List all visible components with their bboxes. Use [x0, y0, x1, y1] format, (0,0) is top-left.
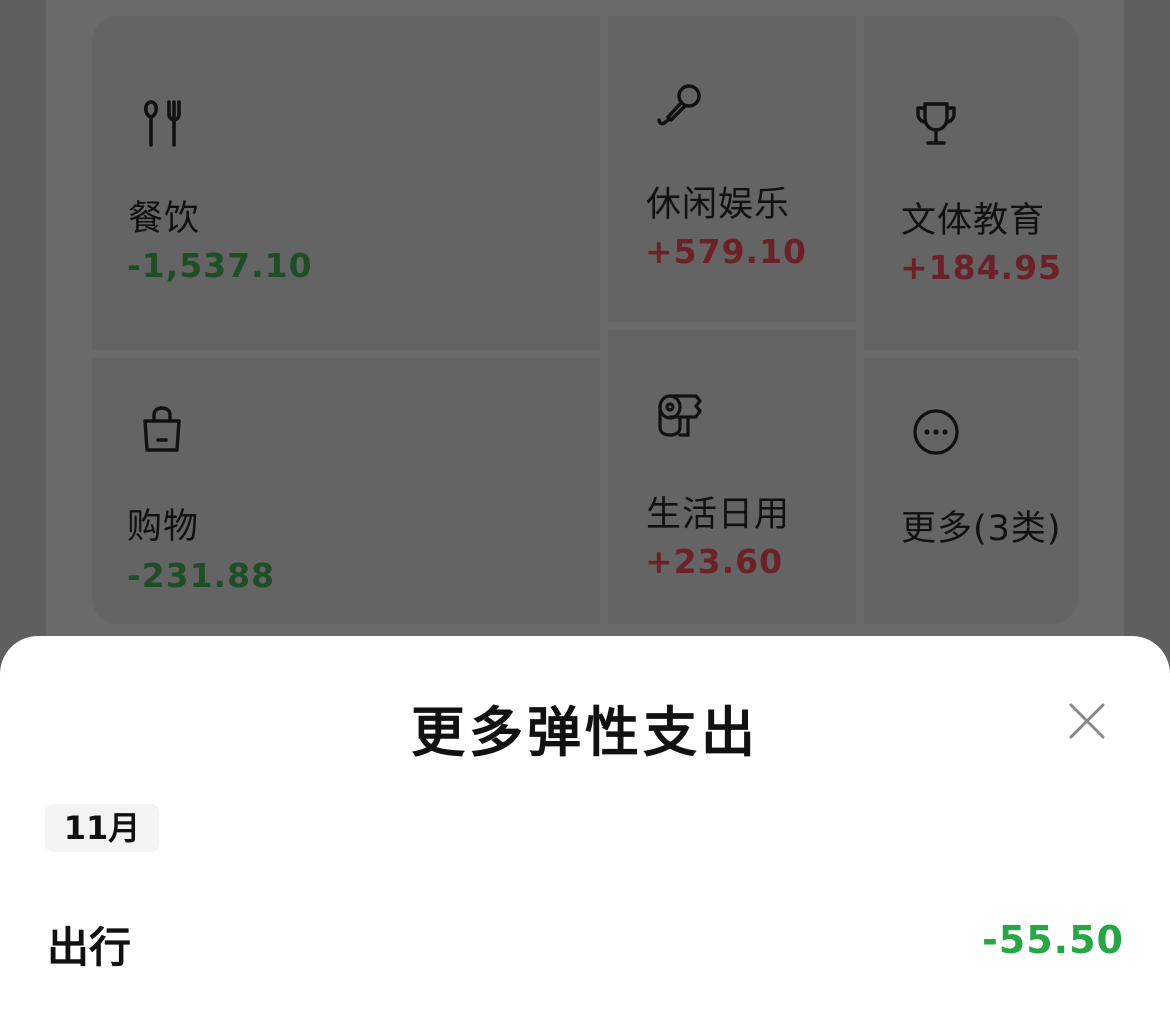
category-name: 休闲娱乐	[646, 185, 791, 225]
category-tile-dining[interactable]: 餐饮 -1,537.10	[92, 16, 600, 350]
category-name: 购物	[127, 507, 200, 547]
category-name: 餐饮	[128, 199, 201, 239]
screen: 餐饮 -1,537.10 休闲娱乐 +579.10 文体教育 +184.95 购…	[0, 0, 1170, 1017]
list-item-amount: -55.50	[982, 918, 1124, 962]
category-name: 生活日用	[646, 495, 791, 535]
close-button[interactable]	[1062, 696, 1112, 746]
category-tile-leisure[interactable]: 休闲娱乐 +579.10	[608, 16, 856, 322]
shopping-bag-icon	[136, 404, 188, 456]
more-dots-icon	[910, 406, 962, 458]
category-tile-daily[interactable]: 生活日用 +23.60	[608, 330, 856, 624]
category-amount: -1,537.10	[127, 246, 313, 285]
fork-knife-icon	[138, 98, 190, 150]
trophy-icon	[910, 98, 962, 150]
category-tile-education[interactable]: 文体教育 +184.95	[864, 16, 1078, 350]
month-chip: 11月	[45, 804, 159, 852]
list-item-label: 出行	[47, 923, 132, 972]
microphone-icon	[654, 82, 706, 134]
tissue-roll-icon	[656, 390, 708, 442]
category-amount: -231.88	[127, 556, 276, 595]
category-tile-more[interactable]: 更多(3类)	[864, 358, 1078, 624]
category-name: 更多(3类)	[901, 509, 1062, 549]
bottom-sheet: 更多弹性支出 11月 出行 -55.50	[0, 636, 1170, 1017]
category-amount: +23.60	[645, 542, 784, 581]
sheet-title: 更多弹性支出	[411, 701, 759, 764]
category-amount: +579.10	[645, 232, 807, 271]
category-amount: +184.95	[900, 248, 1062, 287]
category-tile-shopping[interactable]: 购物 -231.88	[92, 358, 600, 624]
category-name: 文体教育	[901, 201, 1046, 241]
close-icon	[1069, 703, 1105, 739]
